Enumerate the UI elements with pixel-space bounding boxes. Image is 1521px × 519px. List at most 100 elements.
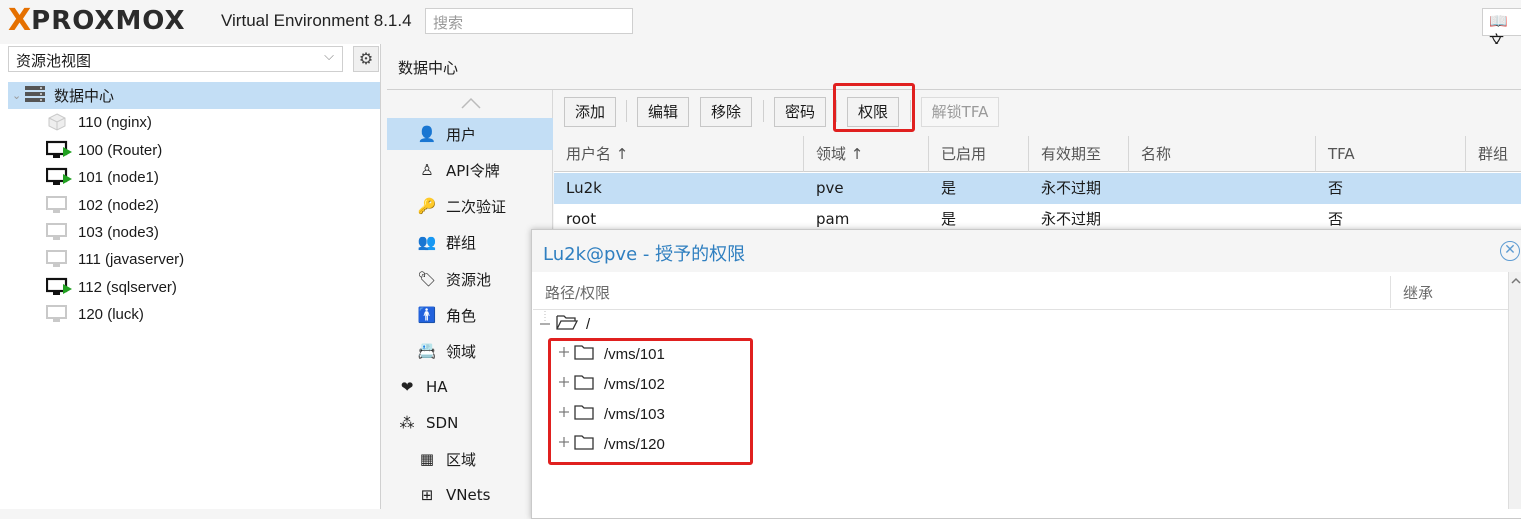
menu-item-label: SDN [426, 414, 459, 432]
users-icon: 👥 [417, 233, 437, 251]
permissions-scrollbar[interactable] [1508, 272, 1521, 509]
menu-item[interactable]: 🔑 二次验证 [387, 190, 553, 222]
tree-item-label: 101 (node1) [78, 168, 159, 186]
cell-tfa: 否 [1328, 179, 1344, 197]
menu-item[interactable]: ⁂ SDN [387, 407, 553, 439]
tree-row-root[interactable]: / [538, 309, 590, 339]
user-icon: 👤 [417, 125, 437, 143]
tree-item-label: 110 (nginx) [78, 113, 152, 131]
tree-item-label: 120 (luck) [78, 305, 144, 323]
address-book-icon: 📇 [417, 342, 437, 360]
proxmox-logo: X PROXMOX [8, 3, 186, 38]
cell-expire: 永不过期 [1041, 179, 1102, 197]
column-header-enabled[interactable]: 已启用 [929, 136, 1029, 172]
highlight-vm-paths [548, 338, 753, 465]
tree-item-label: 102 (node2) [78, 196, 159, 214]
tree-item[interactable]: 102 (node2) [46, 192, 159, 218]
edit-button[interactable]: 编辑 [637, 97, 689, 127]
cell-enabled: 是 [941, 179, 957, 197]
menu-item-label: 角色 [446, 306, 477, 325]
collapse-toggle-icon[interactable] [538, 309, 554, 339]
add-button[interactable]: 添加 [564, 97, 616, 127]
menu-item-label: HA [426, 378, 448, 396]
person-icon: 🚹 [417, 306, 437, 324]
key-icon: 🔑 [417, 197, 437, 215]
password-button[interactable]: 密码 [774, 97, 826, 127]
menu-item[interactable]: ⊞ VNets [387, 479, 553, 511]
menu-item-label: API令牌 [446, 161, 500, 180]
column-header-tfa[interactable]: TFA [1316, 136, 1466, 172]
collapse-icon[interactable]: ⌄ [12, 89, 24, 102]
menu-item-label: VNets [446, 486, 491, 504]
tree-item[interactable]: 103 (node3) [46, 219, 159, 245]
version-label: Virtual Environment 8.1.4 [221, 11, 412, 30]
toolbar-separator [626, 100, 627, 122]
menu-item[interactable]: 👥 群组 [387, 226, 553, 258]
tree-item-label: 103 (node3) [78, 223, 159, 241]
permissions-window-title: Lu2k@pve - 授予的权限 [543, 244, 746, 265]
tree-item[interactable]: 101 (node1) [45, 164, 159, 190]
column-header-path[interactable]: 路径/权限 [545, 282, 610, 303]
heartbeat-icon: ❤ [400, 378, 414, 396]
menu-item-label: 资源池 [446, 270, 492, 289]
vm-running-icon [45, 277, 72, 297]
menu-item-label: 群组 [446, 233, 477, 252]
chevron-down-icon: ⌵ [324, 49, 334, 64]
unlock-tfa-button[interactable]: 解锁TFA [921, 97, 999, 127]
tree-item[interactable]: 110 (nginx) [46, 109, 152, 135]
menu-item-label: 区域 [446, 450, 477, 469]
book-icon: 📖 [1489, 12, 1508, 30]
menu-item[interactable]: 👤 用户 [387, 118, 553, 150]
column-header-expire[interactable]: 有效期至 [1029, 136, 1129, 172]
folder-open-icon [556, 313, 579, 335]
remove-button[interactable]: 移除 [700, 97, 752, 127]
toolbar-separator [763, 100, 764, 122]
tree-item[interactable]: 120 (luck) [46, 301, 144, 327]
gear-icon[interactable]: ⚙ [353, 46, 379, 72]
table-row[interactable]: Lu2k pve 是 永不过期 否 [554, 173, 1521, 204]
vm-stopped-icon [46, 222, 72, 242]
close-icon[interactable]: ✕ [1500, 241, 1520, 261]
menu-item-label: 用户 [446, 125, 477, 144]
menu-item[interactable]: ❤ HA [387, 371, 553, 403]
grid-icon: ▦ [419, 450, 435, 468]
documentation-button[interactable]: 📖 文 [1482, 8, 1521, 50]
cell-username: Lu2k [566, 179, 602, 197]
search-input[interactable]: 搜索 [425, 8, 633, 34]
column-header-inherit[interactable]: 继承 [1403, 282, 1433, 303]
scroll-up-arrow-icon[interactable] [460, 96, 482, 110]
vm-stopped-icon [46, 195, 72, 215]
column-header-name[interactable]: 名称 [1129, 136, 1316, 172]
menu-item[interactable]: ▦ 区域 [387, 443, 553, 475]
tree-item[interactable]: 111 (javaserver) [46, 246, 184, 272]
container-icon [46, 112, 72, 132]
menu-item-label: 二次验证 [446, 197, 507, 216]
highlight-permissions-button [833, 83, 915, 132]
tree-item[interactable]: 112 (sqlserver) [45, 274, 177, 300]
tree-item-label: 111 (javaserver) [78, 250, 185, 268]
column-divider [1390, 276, 1391, 308]
menu-item[interactable]: 📇 领域 [387, 335, 553, 367]
menu-item-label: 领域 [446, 342, 477, 361]
sitemap-icon: ⊞ [420, 486, 434, 504]
vm-running-icon [45, 140, 72, 160]
tags-icon: 🏷 [417, 270, 437, 288]
menu-item[interactable]: ♙ API令牌 [387, 154, 553, 186]
tree-item-label: 112 (sqlserver) [78, 278, 177, 296]
cell-realm: pve [816, 179, 844, 197]
user-outline-icon: ♙ [420, 161, 434, 179]
tree-item-label: 100 (Router) [78, 141, 163, 159]
menu-item[interactable]: 🏷 资源池 [387, 263, 553, 295]
vm-stopped-icon [46, 304, 72, 324]
permissions-column-header [533, 274, 1508, 310]
vm-stopped-icon [46, 249, 72, 269]
column-header-groups[interactable]: 群组 [1466, 136, 1521, 172]
tree-item[interactable]: 100 (Router) [45, 137, 163, 163]
column-header-realm[interactable]: 领域 ↑ [804, 136, 929, 172]
tree-item-datacenter[interactable]: ⌄ 数据中心 [12, 82, 114, 108]
menu-item[interactable]: 🚹 角色 [387, 299, 553, 331]
logo-wordmark: PROXMOX [31, 6, 186, 36]
view-selector[interactable]: 资源池视图 ⌵ [8, 46, 343, 72]
column-header-username[interactable]: 用户名 ↑ [554, 136, 804, 172]
vm-running-icon [45, 167, 72, 187]
